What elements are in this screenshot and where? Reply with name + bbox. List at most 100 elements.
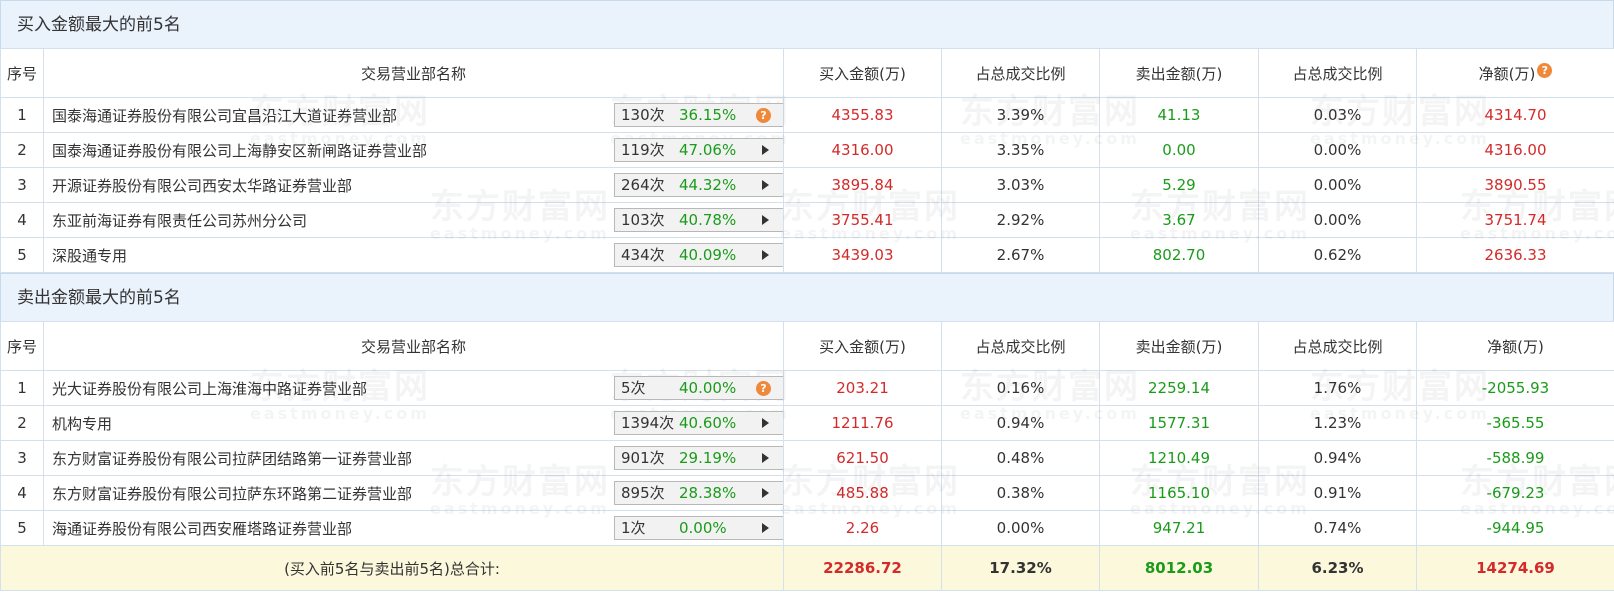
listing-count: 130次 bbox=[621, 106, 665, 124]
table-header-row: 序号 交易营业部名称 买入金额(万) 占总成交比例 卖出金额(万) 占总成交比例… bbox=[0, 321, 1614, 371]
net-amount: 4314.70 bbox=[1416, 97, 1614, 133]
play-arrow-icon[interactable] bbox=[762, 418, 769, 428]
listing-stats-badge[interactable]: 1次 0.00% bbox=[614, 516, 783, 540]
listing-stats-badge[interactable]: 901次 29.19% bbox=[614, 446, 783, 470]
col-net-header: 净额(万)? bbox=[1416, 48, 1614, 98]
sell-amount: 5.29 bbox=[1099, 167, 1259, 203]
total-sell-ratio: 6.23% bbox=[1258, 545, 1417, 591]
row-index: 5 bbox=[0, 237, 44, 273]
listing-rise-rate: 47.06% bbox=[679, 141, 737, 159]
sell-ratio: 0.94% bbox=[1258, 440, 1417, 476]
listing-count: 103次 bbox=[621, 211, 665, 229]
branch-name-link[interactable]: 海通证券股份有限公司西安雁塔路证券营业部 bbox=[52, 518, 352, 539]
branch-name-cell: 光大证券股份有限公司上海淮海中路证券营业部 5次 40.00%? bbox=[43, 370, 784, 406]
play-arrow-icon[interactable] bbox=[762, 453, 769, 463]
net-amount: 3751.74 bbox=[1416, 202, 1614, 238]
total-buy-amount: 22286.72 bbox=[783, 545, 942, 591]
buy-ratio: 2.92% bbox=[941, 202, 1100, 238]
play-arrow-icon[interactable] bbox=[762, 215, 769, 225]
branch-name-link[interactable]: 东亚前海证券有限责任公司苏州分公司 bbox=[52, 210, 307, 231]
branch-name-link[interactable]: 国泰海通证券股份有限公司上海静安区新闸路证券营业部 bbox=[52, 140, 427, 161]
listing-stats-badge[interactable]: 130次 36.15%? bbox=[614, 103, 783, 127]
branch-name-cell: 东方财富证券股份有限公司拉萨团结路第一证券营业部 901次 29.19% bbox=[43, 440, 784, 476]
listing-stats-badge[interactable]: 264次 44.32% bbox=[614, 173, 783, 197]
net-amount: -944.95 bbox=[1416, 510, 1614, 546]
table-row: 2 国泰海通证券股份有限公司上海静安区新闸路证券营业部 119次 47.06% 4316… bbox=[0, 132, 1614, 168]
listing-count: 895次 bbox=[621, 484, 665, 502]
listing-count: 1394次 bbox=[621, 414, 675, 432]
branch-name-link[interactable]: 东方财富证券股份有限公司拉萨团结路第一证券营业部 bbox=[52, 448, 412, 469]
help-icon[interactable]: ? bbox=[756, 108, 771, 123]
net-amount: 4316.00 bbox=[1416, 132, 1614, 168]
branch-name-cell: 深股通专用 434次 40.09% bbox=[43, 237, 784, 273]
branch-name-link[interactable]: 国泰海通证券股份有限公司宜昌沿江大道证券营业部 bbox=[52, 105, 397, 126]
buy-amount: 1211.76 bbox=[783, 405, 942, 441]
branch-name-link[interactable]: 光大证券股份有限公司上海淮海中路证券营业部 bbox=[52, 378, 367, 399]
play-arrow-icon[interactable] bbox=[762, 145, 769, 155]
col-buy-ratio-header: 占总成交比例 bbox=[941, 321, 1100, 371]
table-row: 2 机构专用 1394次 40.60% 1211.76 0.94% 1577.31 1.23%… bbox=[0, 405, 1614, 441]
play-arrow-icon[interactable] bbox=[762, 250, 769, 260]
buy-amount: 485.88 bbox=[783, 475, 942, 511]
listing-stats-badge[interactable]: 1394次 40.60% bbox=[614, 411, 783, 435]
sell-section-title: 卖出金额最大的前5名 bbox=[0, 273, 1614, 321]
row-index: 3 bbox=[0, 167, 44, 203]
listing-stats-badge[interactable]: 103次 40.78% bbox=[614, 208, 783, 232]
col-buy-amount-header: 买入金额(万) bbox=[783, 48, 942, 98]
listing-count: 264次 bbox=[621, 176, 665, 194]
listing-stats-badge[interactable]: 5次 40.00%? bbox=[614, 376, 783, 400]
total-row: (买入前5名与卖出前5名)总合计: 22286.72 17.32% 8012.0… bbox=[0, 545, 1614, 591]
col-index-header: 序号 bbox=[0, 321, 44, 371]
col-branch-name-header: 交易营业部名称 bbox=[43, 321, 784, 371]
buy-ratio: 0.00% bbox=[941, 510, 1100, 546]
net-amount: -365.55 bbox=[1416, 405, 1614, 441]
branch-name-cell: 国泰海通证券股份有限公司宜昌沿江大道证券营业部 130次 36.15%? bbox=[43, 97, 784, 133]
play-arrow-icon[interactable] bbox=[762, 523, 769, 533]
listing-rise-rate: 40.00% bbox=[679, 379, 737, 397]
listing-rise-rate: 36.15% bbox=[679, 106, 737, 124]
sell-ratio: 0.00% bbox=[1258, 202, 1417, 238]
row-index: 1 bbox=[0, 97, 44, 133]
branch-name-cell: 东亚前海证券有限责任公司苏州分公司 103次 40.78% bbox=[43, 202, 784, 238]
listing-stats-badge[interactable]: 895次 28.38% bbox=[614, 481, 783, 505]
branch-name-link[interactable]: 东方财富证券股份有限公司拉萨东环路第二证券营业部 bbox=[52, 483, 412, 504]
play-arrow-icon[interactable] bbox=[762, 488, 769, 498]
col-net-header: 净额(万) bbox=[1416, 321, 1614, 371]
listing-stats-badge[interactable]: 434次 40.09% bbox=[614, 243, 783, 267]
listing-rise-rate: 40.09% bbox=[679, 246, 737, 264]
sell-ratio: 1.23% bbox=[1258, 405, 1417, 441]
sell-ratio: 0.91% bbox=[1258, 475, 1417, 511]
row-index: 4 bbox=[0, 475, 44, 511]
row-index: 2 bbox=[0, 132, 44, 168]
table-row: 1 国泰海通证券股份有限公司宜昌沿江大道证券营业部 130次 36.15%? 4355.… bbox=[0, 97, 1614, 133]
branch-name-link[interactable]: 深股通专用 bbox=[52, 245, 127, 266]
row-index: 1 bbox=[0, 370, 44, 406]
buy-top5-table: 序号 交易营业部名称 买入金额(万) 占总成交比例 卖出金额(万) 占总成交比例… bbox=[0, 48, 1614, 273]
branch-name-link[interactable]: 开源证券股份有限公司西安太华路证券营业部 bbox=[52, 175, 352, 196]
col-sell-amount-header: 卖出金额(万) bbox=[1099, 48, 1259, 98]
help-icon[interactable]: ? bbox=[756, 381, 771, 396]
buy-amount: 3895.84 bbox=[783, 167, 942, 203]
listing-count: 119次 bbox=[621, 141, 665, 159]
sell-ratio: 0.00% bbox=[1258, 167, 1417, 203]
help-icon[interactable]: ? bbox=[1537, 62, 1553, 78]
table-row: 3 开源证券股份有限公司西安太华路证券营业部 264次 44.32% 3895.84 3.… bbox=[0, 167, 1614, 203]
branch-name-link[interactable]: 机构专用 bbox=[52, 413, 112, 434]
lhb-detail-panel: 东方财富网eastmoney.com 东方财富网eastmoney.com 东方… bbox=[0, 0, 1614, 595]
buy-section-title: 买入金额最大的前5名 bbox=[0, 0, 1614, 48]
table-row: 5 海通证券股份有限公司西安雁塔路证券营业部 1次 0.00% 2.26 0.00% 947… bbox=[0, 510, 1614, 546]
total-net-amount: 14274.69 bbox=[1416, 545, 1614, 591]
sell-amount: 1577.31 bbox=[1099, 405, 1259, 441]
row-index: 4 bbox=[0, 202, 44, 238]
buy-ratio: 0.16% bbox=[941, 370, 1100, 406]
listing-stats-badge[interactable]: 119次 47.06% bbox=[614, 138, 783, 162]
listing-rise-rate: 29.19% bbox=[679, 449, 737, 467]
sell-amount: 1165.10 bbox=[1099, 475, 1259, 511]
buy-ratio: 3.35% bbox=[941, 132, 1100, 168]
sell-amount: 1210.49 bbox=[1099, 440, 1259, 476]
sell-ratio: 1.76% bbox=[1258, 370, 1417, 406]
play-arrow-icon[interactable] bbox=[762, 180, 769, 190]
listing-count: 901次 bbox=[621, 449, 665, 467]
col-sell-ratio-header: 占总成交比例 bbox=[1258, 48, 1417, 98]
sell-amount: 802.70 bbox=[1099, 237, 1259, 273]
